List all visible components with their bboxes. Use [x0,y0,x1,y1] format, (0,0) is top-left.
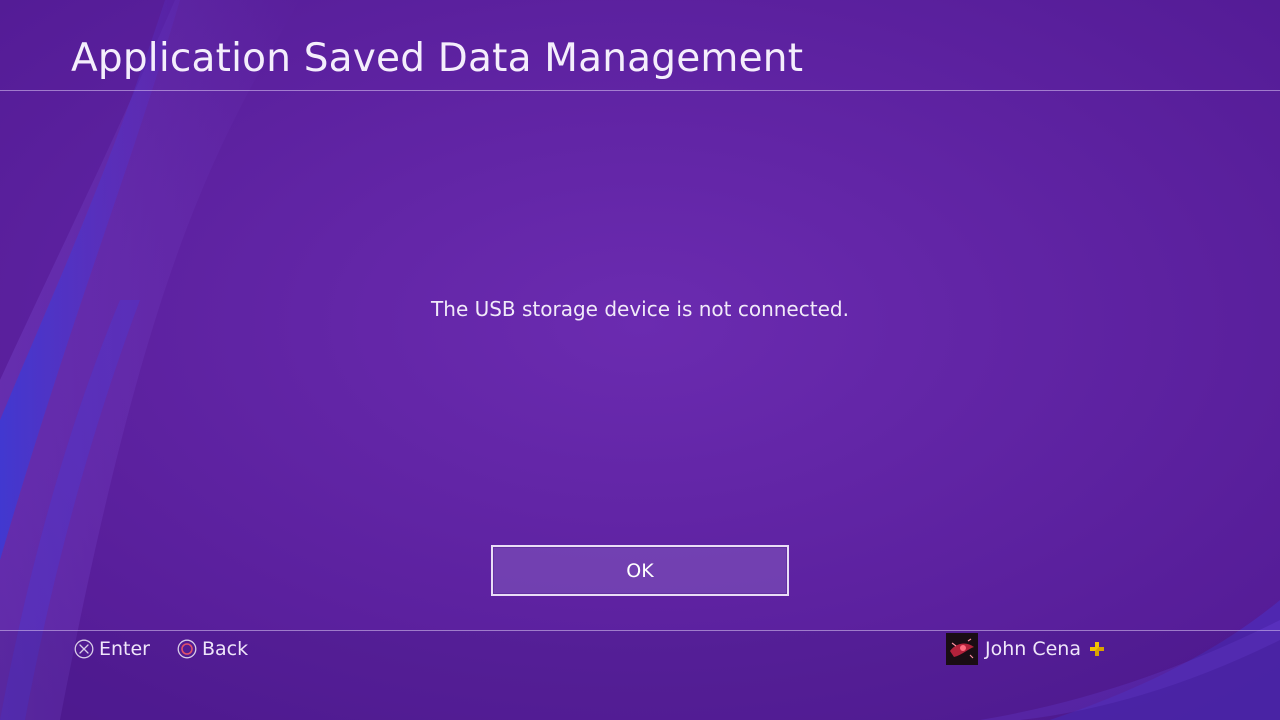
header-bar: Application Saved Data Management [0,0,1280,91]
user-name: John Cena [985,638,1081,660]
ps-plus-icon [1090,642,1104,656]
enter-hint-label: Enter [99,638,150,660]
header-divider [0,90,1280,91]
page-title: Application Saved Data Management [71,36,804,81]
background-waves [0,0,1280,720]
ok-button[interactable]: OK [491,545,789,596]
footer-divider [0,630,1280,631]
cross-button-icon [74,639,94,659]
enter-hint[interactable]: Enter [74,637,150,661]
back-hint-label: Back [202,638,249,660]
circle-button-icon [177,639,197,659]
dialog-message: The USB storage device is not connected. [431,297,849,321]
avatar [946,633,978,665]
back-hint[interactable]: Back [177,637,248,661]
user-profile: John Cena [946,633,1105,665]
